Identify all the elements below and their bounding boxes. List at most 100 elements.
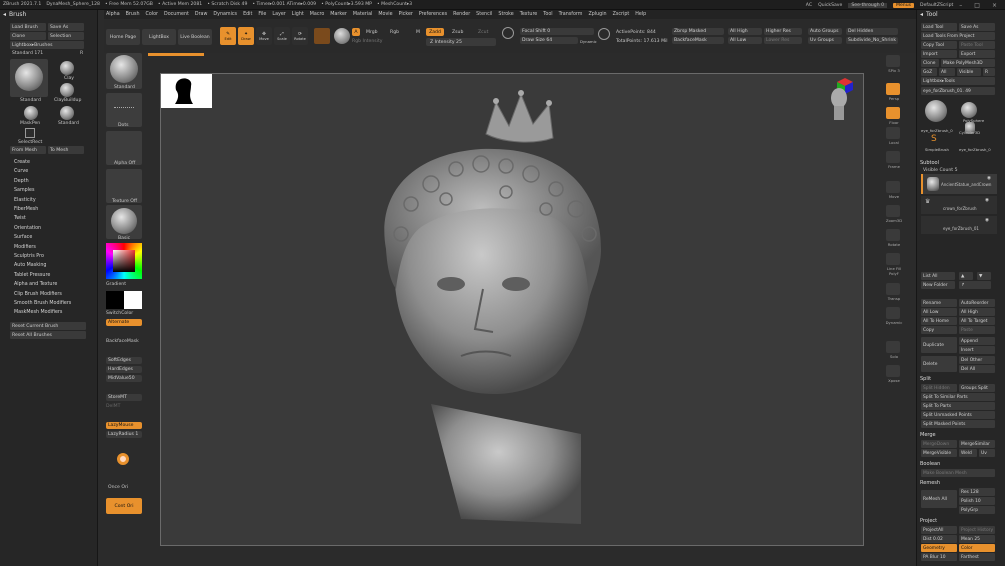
brush-submenu-item[interactable]: Depth [14,179,29,184]
save-as-button[interactable]: Save As [48,23,84,31]
new-folder-button[interactable]: New Folder [921,281,955,289]
split-similar-button[interactable]: Split To Similar Parts [921,393,995,401]
see-through-slider[interactable]: See-through 0 [848,2,888,8]
a-toggle[interactable]: A [352,28,360,36]
tray-local-icon[interactable] [886,127,900,139]
draw-size-slider[interactable]: Draw Size 64 [520,37,578,44]
save-as-tool-button[interactable]: Save As [959,23,995,31]
brush-submenu-item[interactable]: Curve [14,169,28,174]
brush-submenu-item[interactable]: Twist [14,216,26,221]
close-icon[interactable]: × [992,2,997,9]
copy-subtool-button[interactable]: Copy [921,326,957,334]
polysphere-icon[interactable] [961,102,977,118]
standard-brush-small-icon[interactable] [60,106,74,120]
sculpt-model[interactable] [161,74,865,547]
rotate-mode-button[interactable]: ⟳ Rotate [292,27,308,45]
split-masked-button[interactable]: Split Masked Points [921,420,995,428]
mrgb-toggle[interactable]: Mrgb [366,30,378,35]
import-button[interactable]: Import [921,50,957,58]
menu-movie[interactable]: Movie [378,12,392,17]
merge-similar-button[interactable]: MergeSimilar [959,440,995,448]
menu-material[interactable]: Material [353,12,373,17]
color-toggle[interactable]: Color [959,544,995,552]
current-tool-slider[interactable]: eye_forZbrush_01. 49 [921,87,995,95]
backface-mask-toggle[interactable]: BackfaceMask [106,339,139,344]
material-swatch-icon[interactable] [314,28,330,44]
simplebrush-icon[interactable]: S [931,134,937,144]
tray-dynamic-icon[interactable] [886,307,900,319]
menu-zscript[interactable]: Zscript [613,12,630,17]
claybuildup-brush-icon[interactable] [60,83,74,97]
eye-visibility-icon[interactable]: ◉ [985,218,989,223]
eye-visibility-icon[interactable]: ◉ [987,176,991,181]
maskpen-brush-icon[interactable] [24,106,38,120]
all-high-button[interactable]: All High [728,28,762,35]
menu-zplugin[interactable]: Zplugin [588,12,606,17]
draw-mode-button[interactable]: ✦ Draw [238,27,254,45]
brush-submenu-item[interactable]: FiberMesh [14,207,38,212]
to-mesh-button[interactable]: To Mesh [48,146,84,154]
subtool-row-selected[interactable]: AncientStatue_andCrown ◉ [921,174,997,194]
all-low-button[interactable]: All Low [728,37,762,44]
all-to-target-button[interactable]: All To Target [959,317,995,325]
menu-tool[interactable]: Tool [543,12,552,17]
lightbox-tools-button[interactable]: Lightbox▸Tools [921,77,995,85]
once-ori-button[interactable]: Once Ori [108,485,128,490]
soft-edges-button[interactable]: SoftEdges [106,357,142,364]
del-hidden-button[interactable]: Del Hidden [846,28,898,35]
menu-texture[interactable]: Texture [520,12,538,17]
merge-visible-button[interactable]: MergeVisible [921,449,957,457]
split-unmasked-button[interactable]: Split Unmasked Points [921,411,995,419]
zbrush-masked-button[interactable]: Zbrsp Masked [672,28,724,35]
menu-render[interactable]: Render [453,12,470,17]
move-mode-button[interactable]: ✥ Move [256,27,272,45]
brush-submenu-item[interactable]: Modifiers [14,245,36,250]
tray-xpose-icon[interactable] [886,365,900,377]
brush-submenu-item[interactable]: Surface [14,235,32,240]
reset-all-brushes-button[interactable]: Reset All Brushes [10,331,86,339]
brush-submenu-item[interactable]: Create [14,160,30,165]
load-brush-button[interactable]: Load Brush [10,23,46,31]
auto-reorder-button[interactable]: AutoReorder [959,299,995,307]
dynamic-toggle[interactable]: Dynamic [580,39,597,44]
farthest-toggle[interactable]: Farthest [959,553,995,561]
live-boolean-button[interactable]: Live Boolean [178,29,212,45]
menu-stencil[interactable]: Stencil [476,12,492,17]
brush-submenu-item[interactable]: Auto Masking [14,263,46,268]
append-button[interactable]: Append [959,337,995,345]
visible-count-slider[interactable]: Visible Count 5 [923,168,958,173]
res-slider[interactable]: Res 128 [959,488,995,496]
project-all-button[interactable]: ProjectAll [921,526,957,534]
default-zscript-button[interactable]: DefaultZScript [920,3,953,8]
zcut-toggle[interactable]: Zcut [478,30,488,35]
cont-ori-button[interactable]: Cont Ori [106,498,142,514]
quicksave-button[interactable]: QuickSave [818,3,842,8]
pa-blur-slider[interactable]: PA Blur 10 [921,553,957,561]
tray-move-icon[interactable] [886,181,900,193]
brush-submenu-item[interactable]: Clip Brush Modifiers [14,292,62,297]
material-slot[interactable] [106,205,142,239]
uv-groups-button[interactable]: Uv Groups [808,37,842,44]
subtool-row[interactable]: eye_forZbrush_01 ◉ [921,216,997,234]
insert-button[interactable]: Insert [959,346,995,354]
alpha-slot[interactable] [106,131,142,165]
m-toggle[interactable]: M [416,30,420,35]
menus-button[interactable]: Menus [893,2,915,8]
brush-submenu-item[interactable]: Smooth Brush Modifiers [14,301,71,306]
minimize-icon[interactable]: – [959,2,962,9]
home-page-button[interactable]: Home Page [106,29,140,45]
canvas-viewport[interactable] [160,73,864,546]
folder-arrow-icon[interactable]: ↱ [959,281,991,289]
tray-frame-icon[interactable] [886,151,900,163]
make-polymesh-button[interactable]: Make PolyMesh3D [941,59,995,67]
list-all-button[interactable]: List All [921,272,955,280]
menu-alpha[interactable]: Alpha [106,12,120,17]
uv-toggle[interactable]: Uv [979,449,995,457]
dist-slider[interactable]: Dist 0.02 [921,535,957,543]
menu-macro[interactable]: Macro [310,12,325,17]
zadd-toggle[interactable]: Zadd [426,28,444,36]
focal-shift-slider[interactable]: Focal Shift 0 [520,28,594,35]
random-button[interactable]: R [80,51,83,56]
selectrect-brush-icon[interactable] [25,128,35,138]
lazyradius-slider[interactable]: LazyRadius 1 [106,431,142,438]
